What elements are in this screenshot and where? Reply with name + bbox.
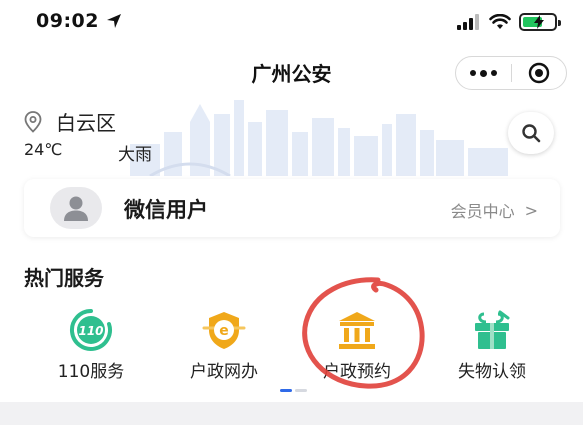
search-icon bbox=[522, 124, 541, 143]
location-arrow-icon bbox=[107, 14, 121, 28]
service-household-online[interactable]: e 户政网办 bbox=[164, 304, 284, 384]
more-button[interactable] bbox=[456, 57, 511, 89]
user-placeholder-icon bbox=[64, 196, 88, 221]
member-center-link[interactable]: 会员中心 > bbox=[451, 198, 538, 222]
avatar bbox=[50, 187, 102, 229]
service-110[interactable]: 110 110服务 bbox=[31, 304, 151, 384]
mini-program-capsule bbox=[455, 56, 567, 90]
signal-icon bbox=[457, 14, 479, 30]
location-pin-icon bbox=[24, 110, 42, 133]
service-label: 失物认领 bbox=[458, 362, 526, 382]
service-label: 110服务 bbox=[57, 362, 125, 382]
member-center-label: 会员中心 bbox=[450, 202, 515, 221]
wifi-icon bbox=[489, 14, 511, 29]
close-target-icon bbox=[528, 62, 550, 84]
status-time: 09:02 bbox=[36, 10, 99, 32]
chevron-right-icon: > bbox=[524, 200, 538, 220]
temperature: 24℃ bbox=[24, 140, 63, 159]
location-name: 白云区 bbox=[56, 111, 116, 135]
status-indicators bbox=[457, 13, 561, 31]
svg-text:110: 110 bbox=[78, 324, 103, 338]
search-button[interactable] bbox=[508, 112, 554, 154]
section-title: 热门服务 bbox=[24, 266, 104, 290]
location[interactable]: 白云区 bbox=[24, 107, 116, 136]
city-skyline-illustration bbox=[130, 100, 508, 176]
weather-condition: 大雨 bbox=[118, 145, 152, 165]
annotation-circle bbox=[302, 277, 425, 389]
gift-box-icon bbox=[475, 310, 510, 349]
battery-icon bbox=[519, 13, 561, 31]
bottom-divider bbox=[0, 402, 583, 425]
110-icon: 110 bbox=[70, 309, 112, 351]
user-name: 微信用户 bbox=[124, 198, 208, 222]
page-indicator bbox=[280, 389, 307, 392]
user-card[interactable]: 微信用户 会员中心 > bbox=[24, 179, 560, 237]
service-label: 户政网办 bbox=[190, 362, 258, 382]
close-button[interactable] bbox=[512, 57, 566, 89]
svg-text:e: e bbox=[219, 323, 229, 339]
e-badge-icon: e bbox=[202, 312, 246, 349]
service-lost-and-found[interactable]: 失物认领 bbox=[432, 304, 552, 384]
